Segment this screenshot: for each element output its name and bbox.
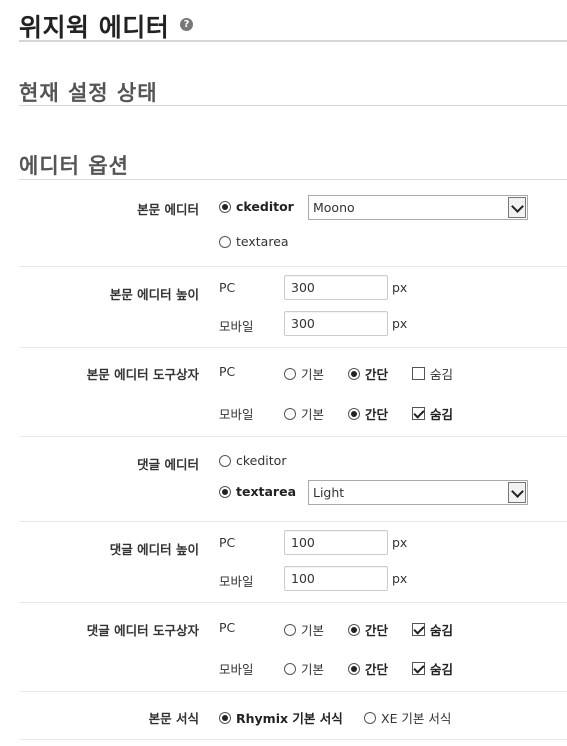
body-format-radio-xe[interactable]: XE 기본 서식 <box>364 708 451 727</box>
mobile-label: 모바일 <box>219 574 254 589</box>
row-divider <box>19 691 567 692</box>
radio-icon <box>284 367 296 380</box>
comment-toolbar-mobile-radio-simple[interactable]: 간단 <box>348 659 388 678</box>
row-divider <box>19 347 567 348</box>
checkbox-icon <box>412 367 425 380</box>
mobile-label: 모바일 <box>219 407 254 422</box>
body-toolbar-mobile-hide-checkbox[interactable]: 숨김 <box>412 404 453 423</box>
label-comment-editor-height: 댓글 에디터 높이 <box>109 542 199 557</box>
chevron-down-icon <box>508 197 526 218</box>
comment-editor-skin-select[interactable]: Light <box>308 480 528 505</box>
unit-px: px <box>392 280 408 295</box>
row-divider <box>19 602 567 603</box>
section-title-editor-options: 에디터 옵션 <box>19 154 129 178</box>
label-comment-editor-toolbar: 댓글 에디터 도구상자 <box>86 623 199 638</box>
comment-toolbar-pc-hide-checkbox[interactable]: 숨김 <box>412 620 453 639</box>
unit-px: px <box>392 316 408 331</box>
radio-selected-icon <box>348 367 360 380</box>
body-editor-radio-textarea[interactable]: textarea <box>219 234 289 249</box>
radio-selected-icon <box>219 711 231 724</box>
section-title-current-status: 현재 설정 상태 <box>19 81 158 105</box>
pc-label: PC <box>219 620 236 635</box>
row-divider <box>19 521 567 522</box>
body-height-pc-input[interactable]: 300 <box>284 275 388 300</box>
body-editor-skin-select[interactable]: Moono <box>308 195 528 220</box>
radio-selected-icon <box>219 485 231 498</box>
comment-toolbar-mobile-radio-basic[interactable]: 기본 <box>284 659 324 678</box>
label-comment-editor: 댓글 에디터 <box>137 457 199 472</box>
page-title: 위지윅 에디터 <box>19 13 170 42</box>
body-toolbar-pc-radio-simple[interactable]: 간단 <box>348 364 388 383</box>
checkbox-checked-icon <box>412 623 425 636</box>
row-divider <box>19 436 567 437</box>
section-divider <box>19 105 567 106</box>
radio-icon <box>284 662 296 675</box>
pc-label: PC <box>219 535 236 550</box>
radio-selected-icon <box>348 662 360 675</box>
comment-height-mobile-input[interactable]: 100 <box>284 566 388 591</box>
radio-selected-icon <box>348 623 360 636</box>
row-divider <box>19 266 567 267</box>
body-toolbar-pc-radio-basic[interactable]: 기본 <box>284 364 324 383</box>
comment-editor-radio-ckeditor[interactable]: ckeditor <box>219 453 286 468</box>
body-toolbar-mobile-radio-simple[interactable]: 간단 <box>348 404 388 423</box>
body-editor-radio-ckeditor[interactable]: ckeditor <box>219 199 294 214</box>
radio-selected-icon <box>219 200 231 213</box>
body-toolbar-mobile-radio-basic[interactable]: 기본 <box>284 404 324 423</box>
unit-px: px <box>392 571 408 586</box>
label-body-editor: 본문 에디터 <box>137 202 199 217</box>
comment-toolbar-mobile-hide-checkbox[interactable]: 숨김 <box>412 659 453 678</box>
label-body-format: 본문 서식 <box>148 711 199 726</box>
body-toolbar-pc-hide-checkbox[interactable]: 숨김 <box>412 364 453 383</box>
label-body-editor-height: 본문 에디터 높이 <box>109 287 199 302</box>
mobile-label: 모바일 <box>219 319 254 334</box>
comment-toolbar-pc-radio-basic[interactable]: 기본 <box>284 620 324 639</box>
row-divider <box>19 739 567 740</box>
question-circle-icon[interactable]: ? <box>180 18 193 31</box>
chevron-down-icon <box>508 482 526 503</box>
radio-selected-icon <box>348 407 360 420</box>
body-format-radio-rhymix[interactable]: Rhymix 기본 서식 <box>219 708 343 727</box>
mobile-label: 모바일 <box>219 662 254 677</box>
radio-icon <box>284 623 296 636</box>
body-height-mobile-input[interactable]: 300 <box>284 311 388 336</box>
radio-icon <box>364 711 376 724</box>
unit-px: px <box>392 535 408 550</box>
pc-label: PC <box>219 280 236 295</box>
radio-icon <box>284 407 296 420</box>
title-divider <box>19 40 567 42</box>
radio-icon <box>219 235 231 248</box>
pc-label: PC <box>219 364 236 379</box>
section-divider <box>19 179 567 180</box>
checkbox-checked-icon <box>412 662 425 675</box>
radio-icon <box>219 454 231 467</box>
comment-height-pc-input[interactable]: 100 <box>284 530 388 555</box>
comment-editor-radio-textarea[interactable]: textarea <box>219 484 296 499</box>
label-body-editor-toolbar: 본문 에디터 도구상자 <box>86 367 199 382</box>
comment-toolbar-pc-radio-simple[interactable]: 간단 <box>348 620 388 639</box>
checkbox-checked-icon <box>412 407 425 420</box>
